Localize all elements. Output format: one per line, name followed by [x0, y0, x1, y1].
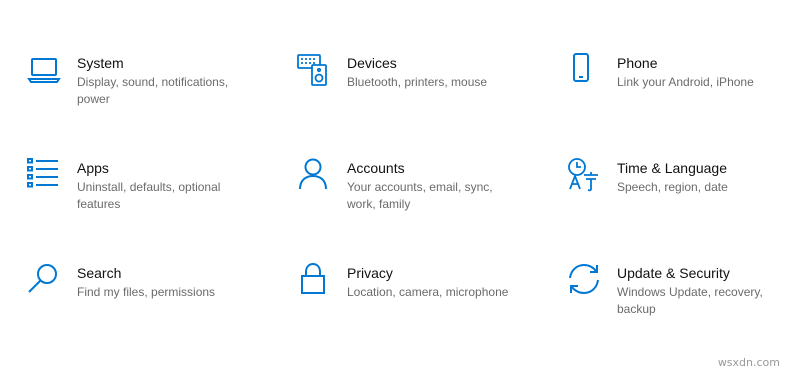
- tile-title: Update & Security: [617, 265, 730, 281]
- phone-icon: [567, 53, 601, 87]
- tile-apps[interactable]: Apps Uninstall, defaults, optional featu…: [27, 158, 257, 236]
- tile-title: Apps: [77, 160, 109, 176]
- tile-title: Privacy: [347, 265, 393, 281]
- apps-list-icon: [27, 158, 61, 192]
- search-icon: [27, 263, 61, 297]
- tile-description: Speech, region, date: [617, 180, 728, 194]
- tile-title: Phone: [617, 55, 658, 71]
- time-language-icon: [567, 158, 601, 192]
- tile-search[interactable]: Search Find my files, permissions: [27, 263, 257, 341]
- tile-description: Windows Update, recovery, backup: [617, 285, 763, 316]
- tile-title: System: [77, 55, 124, 71]
- tile-accounts[interactable]: Accounts Your accounts, email, sync, wor…: [297, 158, 527, 236]
- person-icon: [297, 158, 331, 192]
- tile-title: Accounts: [347, 160, 405, 176]
- tile-title: Devices: [347, 55, 397, 71]
- lock-icon: [297, 263, 331, 297]
- tile-description: Uninstall, defaults, optional features: [77, 180, 221, 211]
- sync-arrows-icon: [567, 263, 601, 297]
- tile-devices[interactable]: Devices Bluetooth, printers, mouse: [297, 53, 527, 131]
- tile-time-language[interactable]: Time & Language Speech, region, date: [567, 158, 797, 236]
- keyboard-speaker-icon: [297, 53, 331, 87]
- tile-description: Your accounts, email, sync, work, family: [347, 180, 493, 211]
- tile-description: Display, sound, notifications, power: [77, 75, 229, 106]
- tile-title: Search: [77, 265, 122, 281]
- tile-privacy[interactable]: Privacy Location, camera, microphone: [297, 263, 527, 341]
- tile-phone[interactable]: Phone Link your Android, iPhone: [567, 53, 797, 131]
- tile-update-security[interactable]: Update & Security Windows Update, recove…: [567, 263, 797, 341]
- tile-description: Find my files, permissions: [77, 285, 216, 299]
- tile-description: Location, camera, microphone: [347, 285, 509, 299]
- tile-system[interactable]: System Display, sound, notifications, po…: [27, 53, 257, 131]
- watermark: wsxdn.com: [717, 356, 780, 369]
- tile-description: Link your Android, iPhone: [617, 75, 754, 89]
- laptop-icon: [27, 53, 61, 87]
- tile-description: Bluetooth, printers, mouse: [347, 75, 488, 89]
- tile-title: Time & Language: [617, 160, 727, 176]
